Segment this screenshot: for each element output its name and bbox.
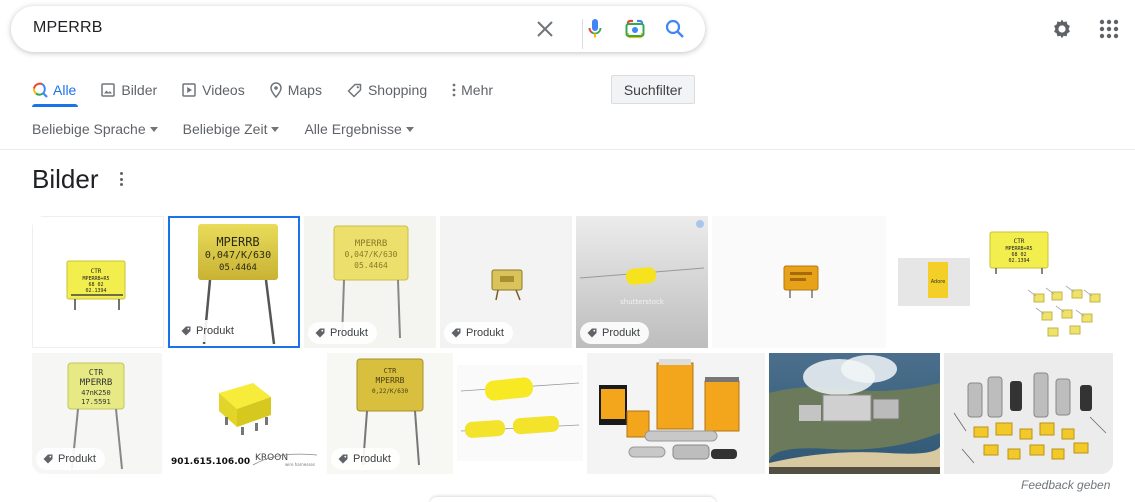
search-input[interactable]: MPERRB (33, 19, 103, 37)
image-result-9[interactable]: CTR MPERRB 47nK250 17.5591 Produkt (32, 353, 162, 474)
image-result-4[interactable]: Produkt (440, 216, 572, 348)
close-icon[interactable] (533, 17, 557, 41)
tab-label: Maps (287, 82, 322, 98)
tile-text: 05.4464 (219, 263, 257, 273)
image-result-15[interactable] (944, 353, 1113, 474)
filter-label: Beliebige Zeit (182, 121, 268, 137)
tab-bilder[interactable]: Bilder (101, 80, 157, 100)
tag-icon (338, 454, 348, 464)
image-result-2[interactable]: MPERRB 0,047/K/630 05.4464 Produkt (168, 216, 300, 348)
tile-text: 0,22/K/630 (372, 388, 409, 395)
watermark: shutterstock (620, 298, 665, 306)
search-multicolor-icon (33, 82, 48, 98)
more-vert-icon (452, 83, 456, 97)
tag-icon (587, 328, 597, 338)
tab-alle[interactable]: Alle (32, 80, 76, 100)
filter-row: Beliebige Sprache Beliebige Zeit Alle Er… (32, 121, 439, 137)
more-results-pill[interactable] (430, 497, 716, 502)
product-badge: Produkt (331, 448, 400, 470)
tab-mehr[interactable]: Mehr (452, 80, 493, 100)
tile-text: 901.615.106.00 (171, 457, 250, 467)
logo-subtext: wire harnesses (285, 462, 315, 467)
image-result-10[interactable]: 901.615.106.00 KROON wire harnesses (167, 353, 323, 474)
tag-icon (43, 454, 53, 464)
active-tab-indicator (32, 104, 78, 107)
filter-results[interactable]: Alle Ergebnisse (304, 121, 414, 137)
play-icon (182, 83, 196, 97)
chevron-down-icon (271, 127, 280, 132)
image-result-13[interactable] (587, 353, 765, 474)
tile-text: 47nK250 (81, 389, 111, 397)
search-bar: MPERRB (11, 6, 705, 52)
image-result-7[interactable]: Adore (890, 216, 978, 348)
tile-text: 02.1394 (85, 288, 106, 294)
apps-grid-icon[interactable] (1097, 17, 1121, 41)
product-badge: Produkt (444, 322, 513, 344)
tile-text: MPERRB (355, 239, 388, 249)
gear-icon[interactable] (1050, 17, 1074, 41)
search-icon[interactable] (663, 17, 687, 41)
tile-text: 0,047/K/630 (205, 250, 271, 261)
tab-label: Videos (202, 82, 245, 98)
lens-icon[interactable] (623, 17, 647, 41)
tag-icon (347, 83, 362, 97)
filter-label: Beliebige Sprache (32, 121, 146, 137)
tile-text: CTR (89, 368, 104, 377)
more-vert-icon[interactable] (117, 172, 125, 190)
filter-language[interactable]: Beliebige Sprache (32, 121, 158, 137)
map-pin-icon (269, 82, 282, 98)
tile-text: MPERRB (80, 378, 113, 388)
tag-icon (181, 326, 191, 336)
tile-text: CTR (1014, 238, 1025, 245)
badge-label: Produkt (466, 327, 504, 339)
tag-icon (451, 328, 461, 338)
mic-icon[interactable] (583, 17, 607, 41)
tab-label: Bilder (121, 82, 158, 98)
chevron-down-icon (149, 127, 158, 132)
badge-label: Produkt (196, 325, 234, 337)
tag-icon (315, 328, 325, 338)
image-result-3[interactable]: MPERRB 0,047/K/630 05.4464 Produkt (304, 216, 436, 348)
tile-text: 05.4464 (354, 261, 388, 270)
tab-label: Alle (53, 82, 77, 98)
tab-shopping[interactable]: Shopping (347, 80, 427, 100)
divider (0, 149, 1135, 150)
tile-text: 02.1394 (1008, 258, 1029, 264)
tab-maps[interactable]: Maps (269, 80, 322, 100)
image-result-1[interactable]: CTR MPERRB+R5 68 02 02.1394 (32, 216, 164, 348)
tab-label: Shopping (367, 82, 428, 98)
product-badge: Produkt (308, 322, 377, 344)
filter-label: Alle Ergebnisse (304, 121, 402, 137)
chevron-down-icon (405, 127, 414, 132)
tile-text: Adore (931, 279, 946, 285)
image-result-6[interactable] (712, 216, 886, 348)
product-badge: Produkt (580, 322, 649, 344)
image-result-12[interactable] (457, 353, 583, 474)
tile-text: MPERRB (216, 235, 259, 249)
image-result-8[interactable]: CTR MPERRB+R5 68 02 02.1394 (982, 216, 1113, 348)
tile-text: 0,047/K/630 (345, 250, 398, 259)
image-result-11[interactable]: CTR MPERRB 0,22/K/630 Produkt (327, 353, 453, 474)
tab-label: Mehr (461, 82, 494, 98)
product-badge: Produkt (174, 320, 243, 342)
tile-text: 17.5591 (81, 398, 111, 406)
tile-text: CTR (384, 367, 397, 375)
tile-text: MPERRB (376, 376, 405, 385)
tile-text: CTR (91, 268, 102, 275)
badge-label: Produkt (58, 453, 96, 465)
filter-time[interactable]: Beliebige Zeit (183, 121, 280, 137)
product-badge: Produkt (36, 448, 105, 470)
tab-videos[interactable]: Videos (182, 80, 245, 100)
image-grid: CTR MPERRB+R5 68 02 02.1394 MPERRB 0,047… (32, 216, 1113, 474)
search-tabs: Alle Bilder Videos Maps Shopping Mehr (32, 80, 518, 100)
image-icon (101, 83, 116, 97)
images-section-title: Bilder (32, 164, 99, 194)
badge-label: Produkt (353, 453, 391, 465)
badge-label: Produkt (602, 327, 640, 339)
suchfilter-button[interactable]: Suchfilter (611, 75, 695, 104)
badge-label: Produkt (330, 327, 368, 339)
image-result-5[interactable]: shutterstock Produkt (576, 216, 708, 348)
feedback-link[interactable]: Feedback geben (1021, 478, 1110, 492)
image-result-14[interactable] (769, 353, 940, 474)
